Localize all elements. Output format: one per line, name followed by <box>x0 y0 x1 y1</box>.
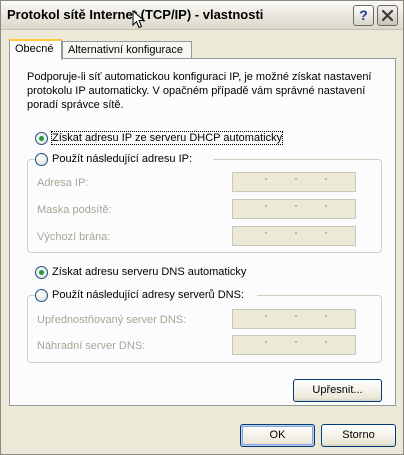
tab-alternative-configuration[interactable]: Alternativní konfigurace <box>62 41 192 58</box>
preferred-dns-input[interactable] <box>232 309 356 329</box>
subnet-mask-label: Maska podsítě: <box>37 204 112 216</box>
ip-manual-radio[interactable] <box>35 153 48 166</box>
alternate-dns-label: Náhradní server DNS: <box>37 340 146 352</box>
title-bar[interactable]: Protokol sítě Internet (TCP/IP) - vlastn… <box>1 1 403 30</box>
tab-general[interactable]: Obecné <box>9 39 62 60</box>
close-button[interactable] <box>377 5 398 26</box>
advanced-button[interactable]: Upřesnit... <box>293 379 382 402</box>
help-button[interactable]: ? <box>353 5 374 26</box>
default-gateway-input[interactable] <box>232 226 356 246</box>
tcpip-properties-dialog: Protokol sítě Internet (TCP/IP) - vlastn… <box>0 0 404 455</box>
ip-address-label: Adresa IP: <box>37 177 89 189</box>
ip-manual-label[interactable]: Použít následující adresu IP: <box>52 153 192 165</box>
ip-auto-radio[interactable] <box>35 132 48 145</box>
mouse-pointer-icon <box>132 10 146 29</box>
preferred-dns-label: Upřednostňovaný server DNS: <box>37 314 187 326</box>
dns-manual-label[interactable]: Použít následující adresy serverů DNS: <box>52 289 244 301</box>
ip-address-input[interactable] <box>232 172 356 192</box>
dns-manual-option[interactable]: Použít následující adresy serverů DNS: <box>35 289 257 303</box>
cancel-button[interactable]: Storno <box>321 424 396 447</box>
close-icon <box>382 10 393 21</box>
ip-auto-label[interactable]: Získat adresu IP ze serveru DHCP automat… <box>50 131 284 145</box>
default-gateway-label: Výchozí brána: <box>37 231 111 243</box>
alternate-dns-input[interactable] <box>232 335 356 355</box>
ip-manual-option[interactable]: Použít následující adresu IP: <box>35 153 213 167</box>
dns-manual-radio[interactable] <box>35 289 48 302</box>
dns-auto-label[interactable]: Získat adresu serveru DNS automaticky <box>52 266 246 278</box>
subnet-mask-input[interactable] <box>232 199 356 219</box>
description-text: Podporuje-li síť automatickou konfigurac… <box>27 71 372 111</box>
dns-auto-radio[interactable] <box>35 266 48 279</box>
general-tab-panel: Podporuje-li síť automatickou konfigurac… <box>9 58 396 406</box>
ok-button[interactable]: OK <box>240 424 315 447</box>
